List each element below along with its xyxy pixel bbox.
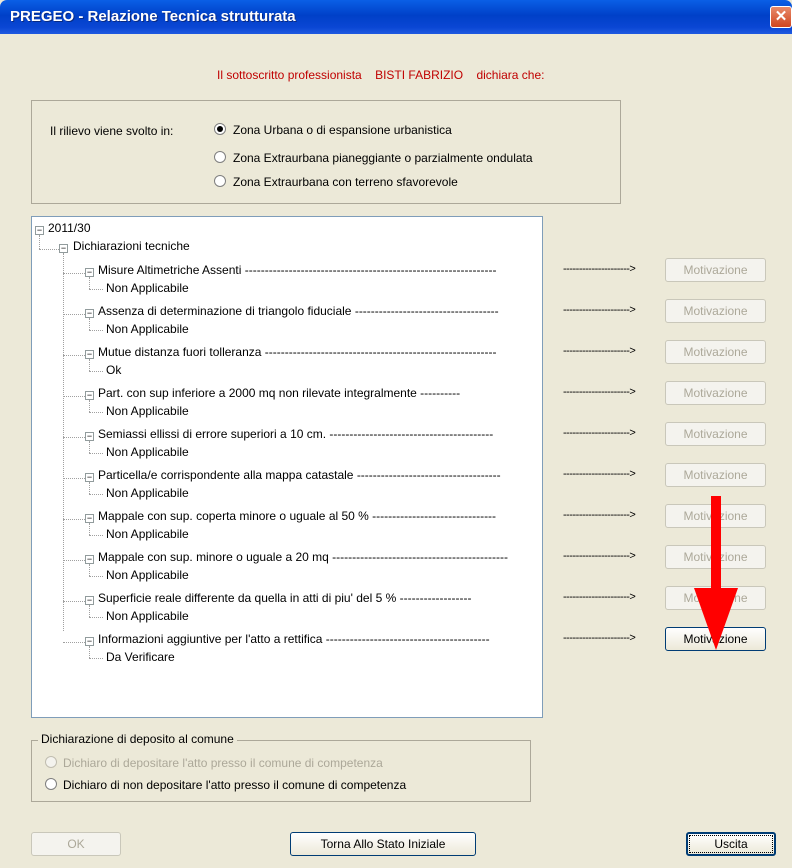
professional-name: BISTI FABRIZIO — [375, 68, 464, 82]
exit-button[interactable]: Uscita — [686, 832, 776, 856]
collapse-icon[interactable]: − — [85, 309, 94, 318]
collapse-icon[interactable]: − — [35, 226, 44, 235]
motivazione-button[interactable]: Motivazione — [665, 422, 766, 446]
row-arrow: ---------------------> — [563, 468, 636, 480]
title-bar[interactable]: PREGEO - Relazione Tecnica strutturata ✕ — [0, 0, 792, 34]
row-arrow: ---------------------> — [563, 427, 636, 439]
tree-item-label[interactable]: Semiassi ellissi di errore superiori a 1… — [98, 427, 493, 441]
close-icon: ✕ — [774, 8, 788, 25]
tree-item-label[interactable]: Assenza di determinazione di triangolo f… — [98, 304, 499, 318]
declaration-suffix: dichiara che: — [476, 68, 545, 82]
motivazione-button[interactable]: Motivazione — [665, 463, 766, 487]
row-arrow: ---------------------> — [563, 509, 636, 521]
tree-item-value[interactable]: Non Applicabile — [106, 609, 189, 623]
motivazione-button[interactable]: Motivazione — [665, 381, 766, 405]
tree-item-value[interactable]: Non Applicabile — [106, 486, 189, 500]
close-button[interactable]: ✕ — [770, 6, 792, 28]
tree-item-label[interactable]: Mappale con sup. coperta minore o uguale… — [98, 509, 496, 523]
tree-item-value[interactable]: Non Applicabile — [106, 445, 189, 459]
declarations-tree[interactable]: − 2011/30 − Dichiarazioni tecniche − Misu… — [31, 216, 543, 718]
radio-zona-extraurbana-pianeggiante-label[interactable]: Zona Extraurbana pianeggiante o parzialm… — [233, 151, 533, 165]
collapse-icon[interactable]: − — [85, 555, 94, 564]
radio-zona-extraurbana-sfavorevole[interactable] — [214, 175, 226, 187]
tree-item-value[interactable]: Non Applicabile — [106, 404, 189, 418]
radio-deposita[interactable] — [45, 756, 57, 768]
tree-item-value[interactable]: Da Verificare — [106, 650, 175, 664]
tree-item-label[interactable]: Mutue distanza fuori tolleranza --------… — [98, 345, 497, 359]
collapse-icon[interactable]: − — [85, 637, 94, 646]
tree-item-label[interactable]: Superficie reale differente da quella in… — [98, 591, 472, 605]
row-arrow: ---------------------> — [563, 263, 636, 275]
window-title: PREGEO - Relazione Tecnica strutturata — [10, 8, 296, 25]
row-arrow: ---------------------> — [563, 345, 636, 357]
tree-item-label[interactable]: Misure Altimetriche Assenti ------------… — [98, 263, 496, 277]
collapse-icon[interactable]: − — [85, 514, 94, 523]
collapse-icon[interactable]: − — [85, 350, 94, 359]
radio-zona-urbana[interactable] — [214, 123, 226, 135]
collapse-icon[interactable]: − — [85, 432, 94, 441]
tree-item-label[interactable]: Mappale con sup. minore o uguale a 20 mq… — [98, 550, 508, 564]
motivazione-button[interactable]: Motivazione — [665, 258, 766, 282]
tree-item-value[interactable]: Non Applicabile — [106, 322, 189, 336]
row-arrow: ---------------------> — [563, 591, 636, 603]
radio-zona-extraurbana-pianeggiante[interactable] — [214, 151, 226, 163]
collapse-icon[interactable]: − — [59, 244, 68, 253]
collapse-icon[interactable]: − — [85, 391, 94, 400]
row-arrow: ---------------------> — [563, 386, 636, 398]
motivazione-button[interactable]: Motivazione — [665, 340, 766, 364]
dialog-window: PREGEO - Relazione Tecnica strutturata ✕… — [0, 0, 792, 868]
row-arrow: ---------------------> — [563, 550, 636, 562]
tree-item-value[interactable]: Non Applicabile — [106, 568, 189, 582]
annotation-arrow-icon — [694, 588, 738, 650]
tree-group-dichiarazioni[interactable]: Dichiarazioni tecniche — [73, 239, 190, 253]
radio-non-deposita[interactable] — [45, 778, 57, 790]
tree-root[interactable]: 2011/30 — [48, 221, 91, 235]
declaration-prefix: Il sottoscritto professionista — [217, 68, 362, 82]
declaration-line: Il sottoscritto professionista BISTI FAB… — [217, 68, 544, 82]
tree-item-value[interactable]: Non Applicabile — [106, 527, 189, 541]
row-arrow: ---------------------> — [563, 304, 636, 316]
annotation-arrow-shaft — [711, 496, 721, 592]
radio-non-deposita-label[interactable]: Dichiaro di non depositare l'atto presso… — [63, 778, 406, 792]
radio-deposita-label[interactable]: Dichiaro di depositare l'atto presso il … — [63, 756, 383, 770]
radio-zona-urbana-label[interactable]: Zona Urbana o di espansione urbanistica — [233, 123, 452, 137]
tree-item-value[interactable]: Ok — [106, 363, 121, 377]
deposito-legend: Dichiarazione di deposito al comune — [38, 732, 237, 746]
deposito-group — [31, 740, 531, 802]
reset-button[interactable]: Torna Allo Stato Iniziale — [290, 832, 476, 856]
ok-button[interactable]: OK — [31, 832, 121, 856]
collapse-icon[interactable]: − — [85, 473, 94, 482]
tree-item-label[interactable]: Part. con sup inferiore a 2000 mq non ri… — [98, 386, 460, 400]
tree-item-value[interactable]: Non Applicabile — [106, 281, 189, 295]
tree-item-label[interactable]: Informazioni aggiuntive per l'atto a ret… — [98, 632, 490, 646]
row-arrow: ---------------------> — [563, 632, 636, 644]
collapse-icon[interactable]: − — [85, 268, 94, 277]
collapse-icon[interactable]: − — [85, 596, 94, 605]
motivazione-button[interactable]: Motivazione — [665, 299, 766, 323]
tree-item-label[interactable]: Particella/e corrispondente alla mappa c… — [98, 468, 501, 482]
radio-zona-extraurbana-sfavorevole-label[interactable]: Zona Extraurbana con terreno sfavorevole — [233, 175, 458, 189]
rilievo-label: Il rilievo viene svolto in: — [50, 124, 174, 138]
